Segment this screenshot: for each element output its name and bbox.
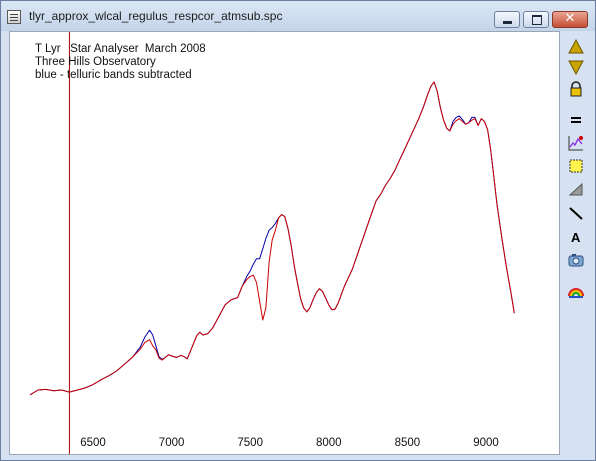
rainbow-icon: [568, 288, 584, 298]
plot-header-line-2: Three Hills Observatory: [35, 56, 156, 68]
x-tick-label: 7500: [237, 437, 263, 449]
plot-header-line-1: T Lyr Star Analyser March 2008: [35, 43, 206, 55]
close-icon: ✕: [564, 11, 576, 26]
minimize-button[interactable]: [494, 11, 520, 28]
x-tick-label: 8000: [316, 437, 342, 449]
lock-icon: [570, 81, 582, 97]
x-tick-label: 8500: [395, 437, 421, 449]
plot-header-line-3: blue - telluric bands subtracted: [35, 69, 192, 81]
x-tick-label: 9000: [473, 437, 499, 449]
fill-button[interactable]: [565, 179, 587, 199]
camera-icon: [568, 254, 584, 267]
lock-button[interactable]: [565, 79, 587, 99]
draw-line-icon: [569, 207, 583, 220]
scroll-down-button[interactable]: [565, 57, 587, 77]
x-tick-label: 6500: [80, 437, 106, 449]
select-region-button[interactable]: [565, 156, 587, 176]
document-icon[interactable]: [7, 10, 21, 24]
spectrum-edit-button[interactable]: [565, 133, 587, 153]
draw-line-button[interactable]: [565, 203, 587, 223]
fill-icon: [568, 182, 583, 196]
window-title: tlyr_approx_wlcal_regulus_respcor_atmsub…: [29, 9, 283, 23]
title-bar[interactable]: tlyr_approx_wlcal_regulus_respcor_atmsub…: [1, 1, 595, 31]
text-tool-button[interactable]: A: [565, 227, 587, 247]
spectrum-window: tlyr_approx_wlcal_regulus_respcor_atmsub…: [0, 0, 596, 461]
equals-icon: [571, 117, 581, 123]
maximize-button[interactable]: [523, 11, 549, 28]
scroll-up-icon: [568, 39, 584, 54]
scroll-up-button[interactable]: [565, 37, 587, 57]
equals-button[interactable]: [565, 110, 587, 130]
camera-button[interactable]: [565, 250, 587, 270]
select-region-icon: [569, 159, 583, 173]
text-tool-icon: A: [571, 230, 581, 245]
spectrum-edit-icon: [568, 136, 583, 151]
spectrum-chart[interactable]: 6500 7000 7500 8000 8500 9000: [10, 32, 559, 454]
series-line-red: [29, 81, 515, 396]
rainbow-button[interactable]: [565, 281, 587, 301]
scroll-down-icon: [568, 60, 584, 75]
close-button[interactable]: ✕: [552, 11, 588, 28]
text-tool-glyph: A: [571, 230, 581, 245]
spectrum-plot-area[interactable]: 6500 7000 7500 8000 8500 9000 T Lyr Star Anal…: [9, 31, 560, 455]
side-toolbar: A: [563, 31, 589, 455]
x-tick-label: 7000: [159, 437, 185, 449]
